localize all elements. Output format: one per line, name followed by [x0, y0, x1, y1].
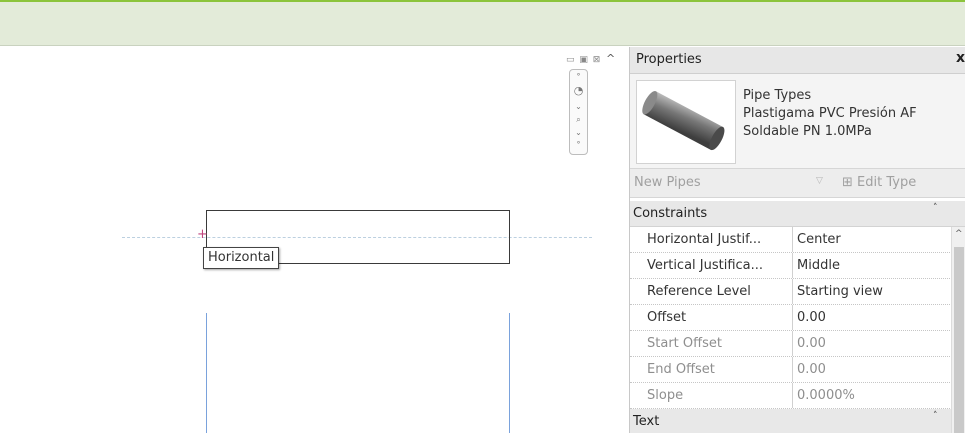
property-row[interactable]: Offset 0.00 — [630, 305, 965, 331]
scrollbar-thumb[interactable] — [954, 247, 964, 433]
top-ribbon-bar — [0, 0, 965, 46]
type-selector[interactable]: Pipe Types Plastigama PVC Presión AF Sol… — [630, 74, 965, 169]
type-name-line2: Soldable PN 1.0MPa — [743, 124, 872, 139]
property-value[interactable]: 0.00 — [793, 305, 947, 330]
drawing-canvas[interactable]: ▭ ▣ ⊠ ^ ° ◔ ⌄ ⌕ ⌄ ° + Horizontal — [0, 47, 623, 433]
properties-title-bar: Properties x — [630, 47, 965, 74]
properties-scrollbar[interactable]: ^ — [951, 227, 965, 433]
property-value: 0.00 — [797, 336, 826, 351]
group-name: Constraints — [633, 206, 708, 221]
property-label: Start Offset — [630, 331, 793, 356]
property-label: Offset — [630, 305, 793, 330]
view-window-controls[interactable]: ▭ ▣ ⊠ — [566, 55, 601, 65]
property-value: 0.0000% — [797, 388, 855, 403]
property-row[interactable]: Horizontal Justif... Center — [630, 227, 965, 253]
property-value[interactable]: Center — [793, 227, 947, 252]
property-row[interactable]: Vertical Justifica... Middle — [630, 253, 965, 279]
steering-wheel-icon[interactable]: ◔ — [571, 84, 586, 97]
property-row: Start Offset 0.00 — [630, 331, 965, 357]
type-family: Pipe Types — [743, 88, 812, 103]
panel-title: Properties — [636, 52, 702, 67]
nav-bar-close-icon[interactable]: ° — [571, 72, 586, 81]
property-label: Horizontal Justif... — [630, 227, 793, 252]
collapse-icon[interactable]: ˄ — [933, 203, 938, 213]
properties-panel: Properties x Pipe Types Plastigama PVC P… — [629, 47, 965, 433]
collapse-icon[interactable]: ˄ — [933, 411, 938, 421]
close-icon[interactable]: x — [956, 50, 965, 66]
zoom-dropdown-icon[interactable]: ⌄ — [571, 128, 586, 137]
group-name: Text — [633, 414, 660, 429]
property-row[interactable]: Reference Level Starting view — [630, 279, 965, 305]
chevron-down-icon[interactable]: ▽ — [816, 176, 823, 186]
property-value: 0.00 — [797, 362, 826, 377]
wheel-dropdown-icon[interactable]: ⌄ — [571, 102, 586, 111]
property-row: Slope 0.0000% — [630, 383, 965, 409]
scroll-up-icon[interactable]: ^ — [955, 229, 963, 239]
property-label: Reference Level — [630, 279, 793, 304]
edit-type-button[interactable]: ⊞ Edit Type — [842, 175, 916, 190]
pipe-type-thumbnail — [636, 80, 736, 164]
property-value[interactable]: Starting view — [793, 279, 947, 304]
nav-bar-options-icon[interactable]: ° — [571, 140, 586, 149]
edit-type-icon: ⊞ — [842, 175, 858, 190]
snap-point-icon: + — [197, 227, 208, 242]
type-name-line1: Plastigama PVC Presión AF — [743, 106, 917, 121]
property-label: Vertical Justifica... — [630, 253, 793, 278]
instance-filter[interactable]: New Pipes ▽ ⊞ Edit Type — [630, 169, 965, 198]
pipe-edge-guide-left — [206, 313, 207, 433]
property-row: End Offset 0.00 — [630, 357, 965, 383]
pipe-edge-guide-right — [509, 313, 510, 433]
property-label: End Offset — [630, 357, 793, 382]
navigation-bar[interactable]: ° ◔ ⌄ ⌕ ⌄ ° — [569, 69, 588, 155]
edit-type-label: Edit Type — [857, 175, 917, 190]
collapse-caret-icon[interactable]: ^ — [606, 52, 615, 65]
zoom-region-icon[interactable]: ⌕ — [571, 115, 586, 125]
properties-grid: Constraints ˄ Horizontal Justif... Cente… — [630, 201, 965, 433]
property-value[interactable]: Middle — [793, 253, 947, 278]
group-header-constraints[interactable]: Constraints ˄ — [630, 201, 965, 227]
group-header-text[interactable]: Text ˄ — [630, 409, 965, 433]
snap-tooltip: Horizontal — [203, 247, 280, 269]
filter-label: New Pipes — [634, 175, 701, 190]
property-label: Slope — [630, 383, 793, 408]
pipe-cylinder-icon — [642, 91, 725, 151]
